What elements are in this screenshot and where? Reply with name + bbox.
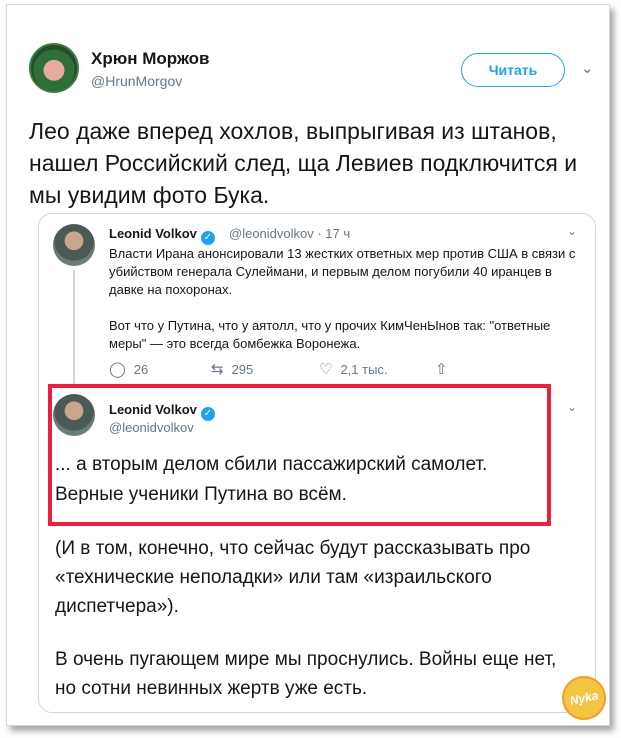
author-avatar[interactable] xyxy=(29,43,79,93)
avatar[interactable] xyxy=(53,224,95,266)
highlighted-tweet-text: ... а вторым делом сбили пассажирский са… xyxy=(55,454,488,505)
continuation-paragraph: В очень пугающем мире мы проснулись. Вой… xyxy=(55,649,557,699)
quoted-author-name-text: Leonid Volkov xyxy=(109,402,197,417)
quoted-tweet-meta: @leonidvolkov · 17 ч xyxy=(229,226,351,241)
retweet-count: 295 xyxy=(231,361,254,377)
quoted-author-handle[interactable]: @leonidvolkov xyxy=(109,420,194,435)
quoted-thread[interactable]: Leonid Volkov ✓ @leonidvolkov · 17 ч ⌄ Вл… xyxy=(38,213,596,713)
tweet-actions: ◯ 26 ⇆ 295 ♡ 2,1 тыс. ⇧ xyxy=(109,360,509,380)
share-action[interactable]: ⇧ xyxy=(435,360,448,378)
follow-button[interactable]: Читать xyxy=(461,53,565,87)
chevron-down-icon[interactable]: ⌄ xyxy=(567,224,577,238)
quoted-paragraph: Вот что у Путина, что у аятолл, что у пр… xyxy=(109,318,551,351)
tweet-header: Хрюн Моржов @HrunMorgov Читать ⌄ xyxy=(29,43,599,103)
continuation-text: (И в том, конечно, что сейчас будут расс… xyxy=(55,534,575,703)
quoted-paragraph: Власти Ирана анонсировали 13 жестких отв… xyxy=(109,246,576,297)
quoted-author-name-text: Leonid Volkov xyxy=(109,226,197,241)
author-handle[interactable]: @HrunMorgov xyxy=(91,73,182,89)
chevron-down-icon[interactable]: ⌄ xyxy=(581,59,594,77)
like-count: 2,1 тыс. xyxy=(340,361,388,377)
reply-action[interactable]: ◯ 26 xyxy=(109,360,148,378)
author-name[interactable]: Хрюн Моржов xyxy=(91,49,209,69)
tweet-text: Лео даже вперед хохлов, выпрыгивая из шт… xyxy=(29,118,578,208)
reply-count: 26 xyxy=(133,361,149,377)
reply-icon: ◯ xyxy=(109,361,126,378)
verified-badge-icon: ✓ xyxy=(200,231,215,245)
heart-icon: ♡ xyxy=(319,361,333,378)
verified-badge-icon: ✓ xyxy=(200,407,215,421)
quoted-author-name[interactable]: Leonid Volkov ✓ xyxy=(109,226,215,245)
share-icon: ⇧ xyxy=(435,361,448,378)
screenshot-frame: Хрюн Моржов @HrunMorgov Читать ⌄ Лео даж… xyxy=(6,4,610,726)
quoted-tweet-text: Власти Ирана анонсировали 13 жестких отв… xyxy=(109,245,579,353)
retweet-icon: ⇆ xyxy=(211,361,224,378)
retweet-action[interactable]: ⇆ 295 xyxy=(211,360,253,378)
like-action[interactable]: ♡ 2,1 тыс. xyxy=(319,360,388,378)
avatar[interactable] xyxy=(53,394,95,436)
quoted-author-name[interactable]: Leonid Volkov ✓ xyxy=(109,402,215,421)
continuation-paragraph: (И в том, конечно, что сейчас будут расс… xyxy=(55,538,531,617)
thread-connector xyxy=(73,270,75,386)
chevron-down-icon[interactable]: ⌄ xyxy=(567,400,577,414)
